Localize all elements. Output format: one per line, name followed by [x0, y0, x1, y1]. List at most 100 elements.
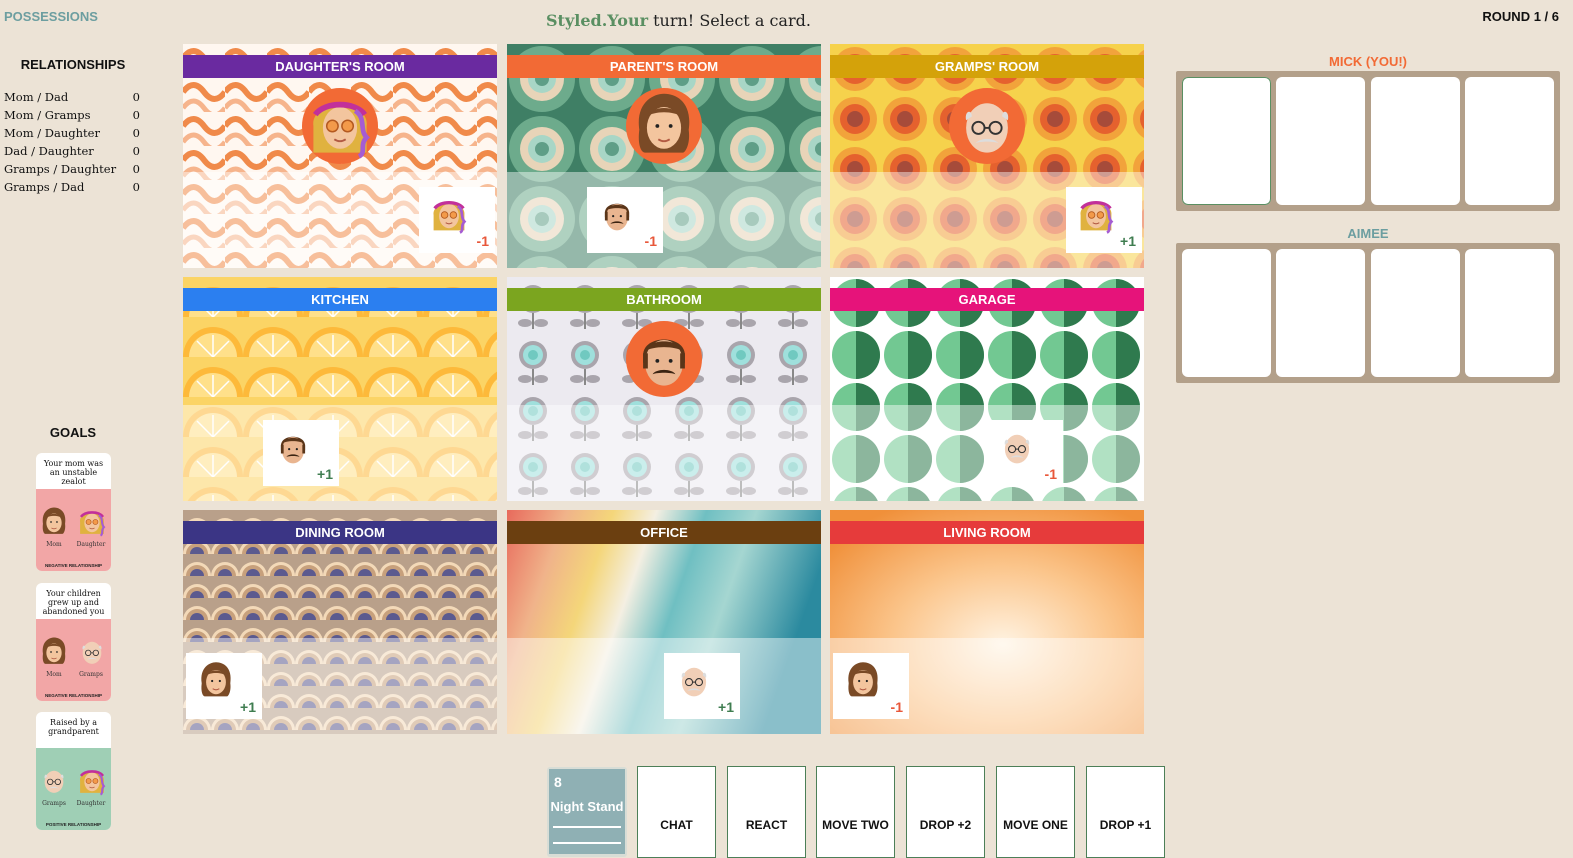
room-kitchen[interactable]: Kitchen +1	[183, 277, 497, 501]
player-hand-mick	[1176, 71, 1560, 211]
daughter-face-icon	[1074, 193, 1118, 237]
player-name-aimee: Aimee	[1347, 226, 1389, 241]
relationship-value: 0	[132, 162, 140, 176]
relationship-pair: Mom / Daughter	[4, 126, 100, 140]
relationship-row: Mom / Daughter 0	[4, 126, 144, 144]
occupant-dad[interactable]	[626, 321, 702, 397]
night-stand-deck[interactable]: 8 Night Stand	[547, 767, 627, 857]
gramps-face-icon	[995, 426, 1039, 470]
room-title: Living Room	[830, 521, 1144, 544]
room-card-modifier: +1	[718, 699, 734, 715]
action-label: Drop +2	[919, 818, 972, 832]
hand-card-slot[interactable]	[1371, 77, 1460, 205]
goal-art: Mom Daughter NEGATIVE RELATIONSHIP	[36, 489, 111, 571]
room-card[interactable]: +1	[1066, 187, 1142, 253]
turn-instruction: turn! Select a card.	[648, 11, 811, 30]
room-floor	[183, 405, 497, 501]
goal-card[interactable]: Raised by a grandparent Gramps Daughter …	[36, 712, 111, 830]
hand-card-slot[interactable]	[1465, 77, 1554, 205]
occupant-daughter[interactable]	[302, 88, 378, 164]
relationship-pair: Dad / Daughter	[4, 144, 94, 158]
goal-right-label: Daughter	[76, 541, 106, 548]
room-parents-room[interactable]: Parent's Room -1	[507, 44, 821, 268]
room-title: Gramps' Room	[830, 55, 1144, 78]
room-card[interactable]: -1	[587, 187, 663, 253]
room-garage[interactable]: Garage -1	[830, 277, 1144, 501]
room-card[interactable]: -1	[833, 653, 909, 719]
relationship-value: 0	[132, 90, 140, 104]
round-indicator: Round 1 / 6	[1482, 9, 1559, 24]
occupant-gramps[interactable]	[949, 88, 1025, 164]
goal-text: Raised by a grandparent	[48, 718, 99, 736]
relationship-pair: Gramps / Dad	[4, 180, 85, 194]
daughter-face-icon	[302, 88, 378, 164]
room-title: Bathroom	[507, 288, 821, 311]
room-title: Daughter's Room	[183, 55, 497, 78]
hand-card-slot[interactable]	[1371, 249, 1460, 377]
goal-right-label: Daughter	[76, 800, 106, 807]
room-title: Kitchen	[183, 288, 497, 311]
goal-right-label: Gramps	[79, 671, 103, 678]
relationship-value: 0	[132, 144, 140, 158]
deck-count: 8	[554, 774, 562, 790]
possessions-tab[interactable]: Possessions	[4, 9, 98, 24]
room-title: Garage	[830, 288, 1144, 311]
hand-card-slot[interactable]	[1276, 77, 1365, 205]
relationship-pair: Mom / Gramps	[4, 108, 91, 122]
goal-art: Gramps Daughter POSITIVE RELATIONSHIP	[36, 748, 111, 830]
room-bathroom[interactable]: Bathroom	[507, 277, 821, 501]
room-card[interactable]: +1	[186, 653, 262, 719]
hand-card-slot[interactable]	[1182, 249, 1271, 377]
goal-card[interactable]: Your mom was an unstable zealot Mom Daug…	[36, 453, 111, 571]
room-card-modifier: -1	[644, 233, 657, 249]
relationship-row: Gramps / Dad 0	[4, 180, 144, 198]
night-stand-logo-icon: 8 Night Stand	[549, 769, 625, 854]
room-daughters-room[interactable]: Daughter's Room -1	[183, 44, 497, 268]
gramps-face-icon	[672, 659, 716, 703]
hand-card-slot[interactable]	[1182, 77, 1271, 205]
turn-message: Styled.Your turn! Select a card.	[546, 11, 811, 30]
goal-left-label: Mom	[46, 671, 62, 678]
mom-face-icon	[37, 505, 71, 539]
room-card[interactable]: +1	[664, 653, 740, 719]
room-dining-room[interactable]: Dining Room +1	[183, 510, 497, 734]
gramps-face-icon	[75, 635, 109, 669]
mom-face-icon	[37, 635, 71, 669]
room-gramps-room[interactable]: Gramps' Room +1	[830, 44, 1144, 268]
daughter-face-icon	[75, 505, 109, 539]
goals-title: Goals	[49, 425, 97, 440]
relationship-value: 0	[132, 108, 140, 122]
room-card[interactable]: -1	[987, 420, 1063, 486]
occupant-mom[interactable]	[626, 88, 702, 164]
action-move-two-button[interactable]: Move Two	[816, 766, 895, 858]
room-card[interactable]: +1	[263, 420, 339, 486]
goal-art: Mom Gramps NEGATIVE RELATIONSHIP	[36, 619, 111, 701]
action-drop-plus-two-button[interactable]: Drop +2	[906, 766, 985, 858]
room-office[interactable]: Office +1	[507, 510, 821, 734]
dad-face-icon	[626, 321, 702, 397]
room-card-modifier: +1	[317, 466, 333, 482]
hand-card-slot[interactable]	[1276, 249, 1365, 377]
daughter-face-icon	[75, 764, 109, 798]
action-react-button[interactable]: React	[727, 766, 806, 858]
action-chat-button[interactable]: Chat	[637, 766, 716, 858]
action-drop-plus-one-button[interactable]: Drop +1	[1086, 766, 1165, 858]
relationship-row: Dad / Daughter 0	[4, 144, 144, 162]
room-card-modifier: -1	[1044, 466, 1057, 482]
relationship-value: 0	[132, 180, 140, 194]
relationship-row: Mom / Dad 0	[4, 90, 144, 108]
room-card[interactable]: -1	[419, 187, 495, 253]
room-living-room[interactable]: Living Room -1	[830, 510, 1144, 734]
player-hand-aimee	[1176, 243, 1560, 383]
goal-card[interactable]: Your children grew up and abandoned you …	[36, 583, 111, 701]
action-label: Chat	[660, 818, 693, 832]
hand-card-slot[interactable]	[1465, 249, 1554, 377]
goal-type: NEGATIVE RELATIONSHIP	[44, 693, 103, 698]
room-floor	[507, 405, 821, 501]
turn-player-name: Styled.Your	[546, 11, 649, 30]
room-card-modifier: +1	[1120, 233, 1136, 249]
mom-face-icon	[194, 659, 238, 703]
mom-face-icon	[626, 88, 702, 164]
mom-face-icon	[841, 659, 885, 703]
action-move-one-button[interactable]: Move One	[996, 766, 1075, 858]
